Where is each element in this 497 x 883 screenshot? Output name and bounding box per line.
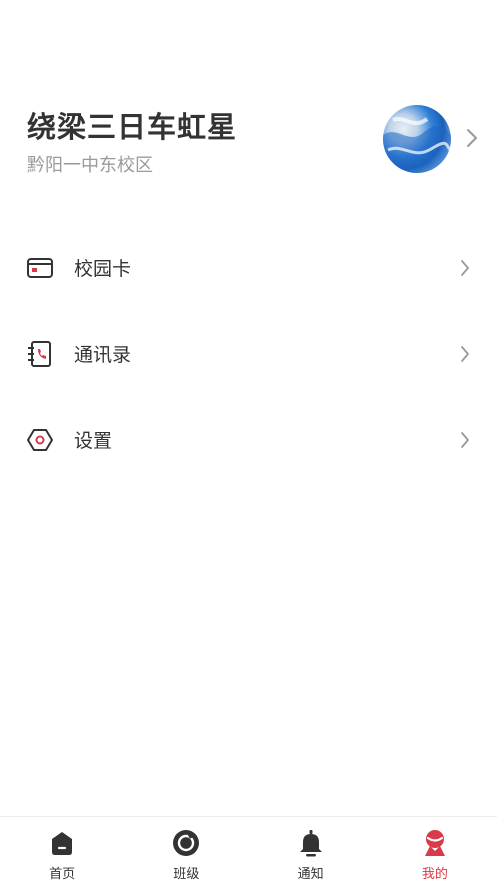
avatar[interactable] bbox=[383, 105, 451, 173]
menu-item-contacts[interactable]: 通讯录 bbox=[0, 324, 497, 384]
tab-label: 通知 bbox=[297, 867, 324, 882]
tab-label: 首页 bbox=[49, 867, 76, 882]
bottom-tab-bar: 首页 班级 通知 我的 bbox=[0, 816, 497, 883]
menu-item-label: 通讯录 bbox=[74, 344, 132, 366]
tab-label: 班级 bbox=[173, 867, 200, 882]
settings-hexagon-icon bbox=[26, 427, 54, 453]
tab-label: 我的 bbox=[421, 867, 448, 882]
home-icon bbox=[48, 829, 76, 857]
profile-header[interactable]: 绕梁三日车虹星 黔阳一中东校区 bbox=[0, 96, 497, 186]
class-ring-icon bbox=[172, 829, 200, 857]
chevron-right-icon[interactable] bbox=[466, 128, 478, 152]
tab-class[interactable]: 班级 bbox=[124, 817, 248, 883]
chevron-right-icon bbox=[460, 345, 470, 367]
profile-icon bbox=[421, 829, 449, 857]
bell-icon bbox=[297, 829, 325, 857]
tab-mine[interactable]: 我的 bbox=[373, 817, 497, 883]
chevron-right-icon bbox=[460, 259, 470, 281]
chevron-right-icon bbox=[460, 431, 470, 453]
tab-notice[interactable]: 通知 bbox=[249, 817, 373, 883]
profile-name: 绕梁三日车虹星 bbox=[27, 110, 238, 144]
tab-home[interactable]: 首页 bbox=[0, 817, 124, 883]
menu-item-settings[interactable]: 设置 bbox=[0, 410, 497, 470]
menu-item-label: 设置 bbox=[74, 430, 113, 452]
contacts-book-icon bbox=[26, 341, 54, 367]
card-icon bbox=[26, 255, 54, 281]
profile-school: 黔阳一中东校区 bbox=[27, 155, 153, 176]
menu-item-campus-card[interactable]: 校园卡 bbox=[0, 238, 497, 298]
menu-item-label: 校园卡 bbox=[74, 258, 132, 280]
profile-page: 绕梁三日车虹星 黔阳一中东校区 校园卡 通讯录 设置 首页 班级 通知 我的 bbox=[0, 0, 497, 883]
